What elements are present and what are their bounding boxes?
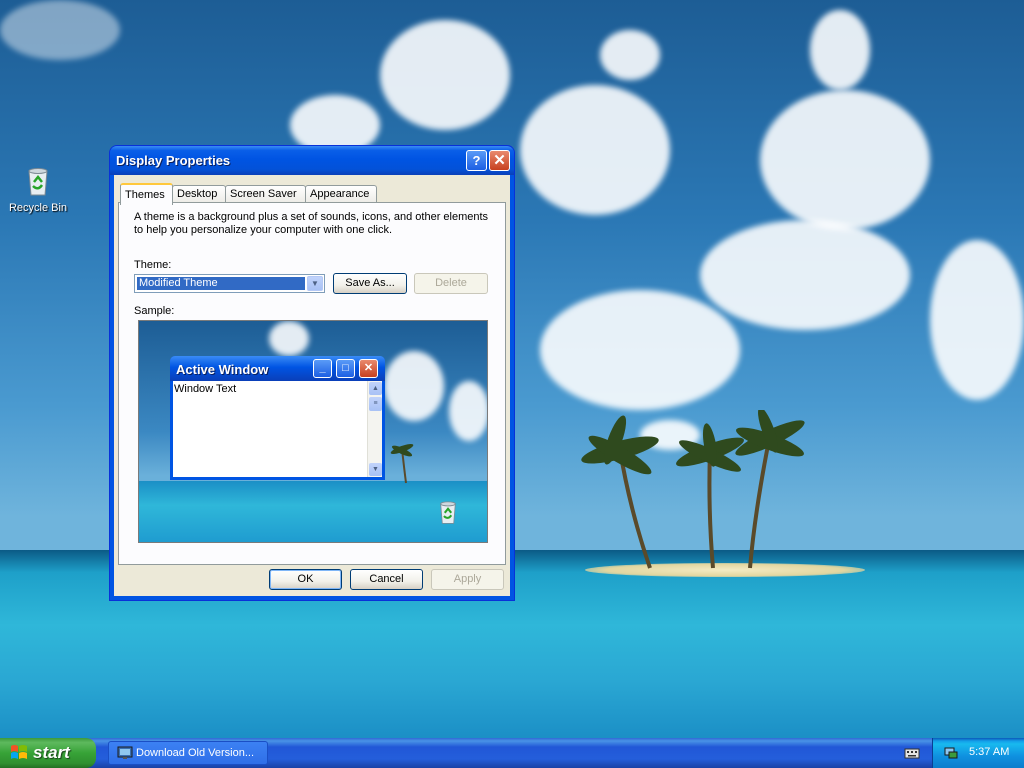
sample-recycle-bin-icon — [440, 501, 456, 524]
dialog-titlebar[interactable]: Display Properties ? ✕ — [110, 146, 514, 175]
sample-active-window: Active Window _ □ ✕ Window Text ▲ ≡ ▼ — [170, 356, 385, 480]
dialog-client: Themes Desktop Screen Saver Appearance A… — [114, 175, 510, 596]
cloud — [269, 321, 309, 356]
display-properties-icon — [117, 746, 133, 759]
minimize-icon: _ — [313, 359, 332, 378]
scroll-thumb: ≡ — [369, 397, 382, 411]
help-button[interactable]: ? — [466, 150, 487, 171]
taskbar-item-label: Download Old Version... — [136, 747, 255, 759]
desktop-icon-recycle-bin[interactable]: Recycle Bin — [4, 165, 72, 214]
cloud — [0, 0, 120, 60]
cloud — [384, 351, 444, 421]
dialog-title: Display Properties — [116, 153, 231, 168]
sample-window-text: Window Text — [174, 383, 237, 395]
theme-sample-preview: Active Window _ □ ✕ Window Text ▲ ≡ ▼ — [138, 320, 488, 543]
cloud — [380, 20, 510, 130]
palm-trees — [581, 410, 805, 569]
start-button[interactable]: start — [0, 738, 96, 768]
scroll-down-icon: ▼ — [369, 463, 382, 476]
taskbar-item[interactable]: Download Old Version... — [108, 741, 268, 765]
ok-button[interactable]: OK — [269, 569, 342, 590]
sample-window-titlebar: Active Window _ □ ✕ — [170, 356, 385, 381]
cloud — [760, 90, 930, 230]
cloud — [810, 10, 870, 90]
sample-scrollbar: ▲ ≡ ▼ — [367, 381, 382, 477]
tab-themes[interactable]: Themes — [120, 183, 173, 205]
sample-window-body: Window Text ▲ ≡ ▼ — [173, 381, 382, 477]
clock[interactable]: 5:37 AM — [969, 746, 1009, 758]
tab-screen-saver[interactable]: Screen Saver — [225, 185, 306, 203]
save-as-button[interactable]: Save As... — [333, 273, 407, 294]
cloud — [700, 220, 910, 330]
theme-label: Theme: — [134, 259, 172, 271]
cancel-button[interactable]: Cancel — [350, 569, 423, 590]
chevron-down-icon[interactable]: ▼ — [307, 276, 323, 291]
desktop-icon-label: Recycle Bin — [8, 202, 68, 214]
cloud — [930, 240, 1024, 400]
cloud — [600, 30, 660, 80]
apply-button[interactable]: Apply — [431, 569, 504, 590]
cloud — [540, 290, 740, 410]
system-tray: 5:37 AM — [932, 738, 1024, 768]
theme-select-value: Modified Theme — [137, 277, 305, 290]
scroll-up-icon: ▲ — [369, 382, 382, 395]
cloud — [520, 85, 670, 215]
cloud — [449, 381, 487, 441]
taskbar: start Download Old Version... 5:37 AM — [0, 738, 1024, 768]
sample-label: Sample: — [134, 305, 175, 317]
windows-logo-icon — [11, 745, 27, 759]
maximize-icon: □ — [336, 359, 355, 378]
close-button[interactable]: ✕ — [489, 150, 510, 171]
theme-description: A theme is a background plus a set of so… — [134, 211, 489, 236]
themes-panel: A theme is a background plus a set of so… — [118, 202, 506, 565]
recycle-bin-icon — [28, 168, 48, 196]
sample-palm-tree — [390, 444, 414, 484]
start-label: start — [33, 743, 70, 762]
display-properties-dialog: Display Properties ? ✕ Themes Desktop Sc… — [110, 146, 514, 600]
network-icon[interactable] — [943, 745, 959, 761]
theme-select[interactable]: Modified Theme ▼ — [134, 274, 325, 293]
sample-window-title: Active Window — [176, 362, 269, 377]
tab-desktop[interactable]: Desktop — [172, 185, 226, 203]
tab-appearance[interactable]: Appearance — [305, 185, 377, 203]
delete-button[interactable]: Delete — [414, 273, 488, 294]
keyboard-icon[interactable] — [904, 746, 920, 760]
close-icon: ✕ — [359, 359, 378, 378]
